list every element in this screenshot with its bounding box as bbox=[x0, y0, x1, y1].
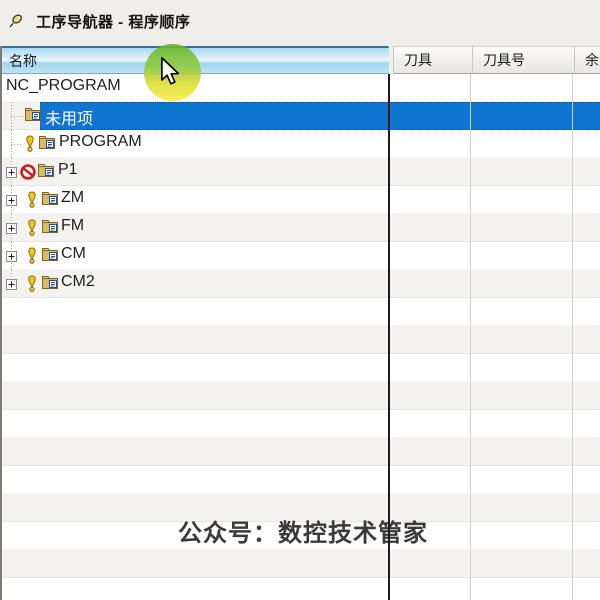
program-folder-icon bbox=[42, 248, 58, 261]
program-folder-icon bbox=[42, 192, 58, 205]
tree-row-label: CM bbox=[61, 245, 86, 262]
expand-plus-icon[interactable] bbox=[6, 251, 17, 262]
empty-row bbox=[2, 382, 600, 410]
tree-row-label: P1 bbox=[58, 161, 78, 178]
mouse-cursor-icon bbox=[161, 57, 180, 85]
warning-exclamation-icon bbox=[28, 275, 36, 292]
tree-row-label: NC_PROGRAM bbox=[6, 77, 121, 94]
program-folder-icon bbox=[42, 276, 58, 289]
empty-row bbox=[2, 354, 600, 382]
program-folder-icon bbox=[39, 136, 55, 149]
warning-exclamation-icon bbox=[26, 135, 34, 152]
program-folder-icon bbox=[38, 164, 54, 177]
tree-row-cm2[interactable]: CM2 bbox=[2, 270, 600, 298]
empty-row bbox=[2, 410, 600, 438]
tree-row-label: 未用项 bbox=[45, 111, 94, 128]
watermark-text: 公众号：数控技术管家 bbox=[178, 520, 428, 547]
warning-exclamation-icon bbox=[28, 191, 36, 208]
empty-row bbox=[2, 298, 600, 326]
empty-row bbox=[2, 550, 600, 578]
pin-icon[interactable] bbox=[7, 12, 25, 30]
column-divider[interactable] bbox=[572, 74, 573, 600]
empty-row bbox=[2, 438, 600, 466]
panel-left-border bbox=[0, 46, 2, 600]
suppressed-ban-icon bbox=[20, 164, 36, 180]
tree-row-fm[interactable]: FM bbox=[2, 214, 600, 242]
column-header-stock[interactable]: 余量 bbox=[574, 46, 600, 74]
program-folder-icon bbox=[25, 108, 41, 121]
warning-exclamation-icon bbox=[28, 247, 36, 264]
empty-row bbox=[2, 578, 600, 600]
tree-row-label: ZM bbox=[61, 189, 85, 206]
tree-row-p1[interactable]: P1 bbox=[2, 158, 600, 186]
program-folder-icon bbox=[42, 220, 58, 233]
column-resize-line[interactable] bbox=[388, 74, 390, 600]
expand-plus-icon[interactable] bbox=[6, 279, 17, 290]
tree-row-zm[interactable]: ZM bbox=[2, 186, 600, 214]
tree-row-program[interactable]: PROGRAM bbox=[2, 130, 600, 158]
panel-title: 工序导航器 - 程序顺序 bbox=[36, 14, 191, 31]
empty-row bbox=[2, 326, 600, 354]
tree-row-label: CM2 bbox=[61, 273, 95, 290]
tree-line bbox=[11, 144, 23, 145]
selection-highlight bbox=[40, 102, 600, 130]
tree-row-cm[interactable]: CM bbox=[2, 242, 600, 270]
tree-row-nc-program[interactable]: NC_PROGRAM bbox=[2, 74, 600, 102]
warning-exclamation-icon bbox=[28, 219, 36, 236]
expand-plus-icon[interactable] bbox=[6, 167, 17, 178]
tree-row-unused-items[interactable]: 未用项 bbox=[2, 102, 600, 130]
empty-row bbox=[2, 466, 600, 494]
tree-row-label: PROGRAM bbox=[59, 133, 142, 150]
column-divider[interactable] bbox=[470, 74, 471, 600]
tree-line bbox=[11, 116, 24, 117]
expand-plus-icon[interactable] bbox=[6, 223, 17, 234]
expand-plus-icon[interactable] bbox=[6, 195, 17, 206]
column-header-tool[interactable]: 刀具 bbox=[393, 46, 472, 74]
panel-titlebar: 工序导航器 - 程序顺序 bbox=[0, 0, 600, 46]
column-header-tool-number[interactable]: 刀具号 bbox=[472, 46, 574, 74]
tree-row-label: FM bbox=[61, 217, 85, 234]
table-header: 名称 刀具 刀具号 余量 bbox=[2, 46, 600, 74]
